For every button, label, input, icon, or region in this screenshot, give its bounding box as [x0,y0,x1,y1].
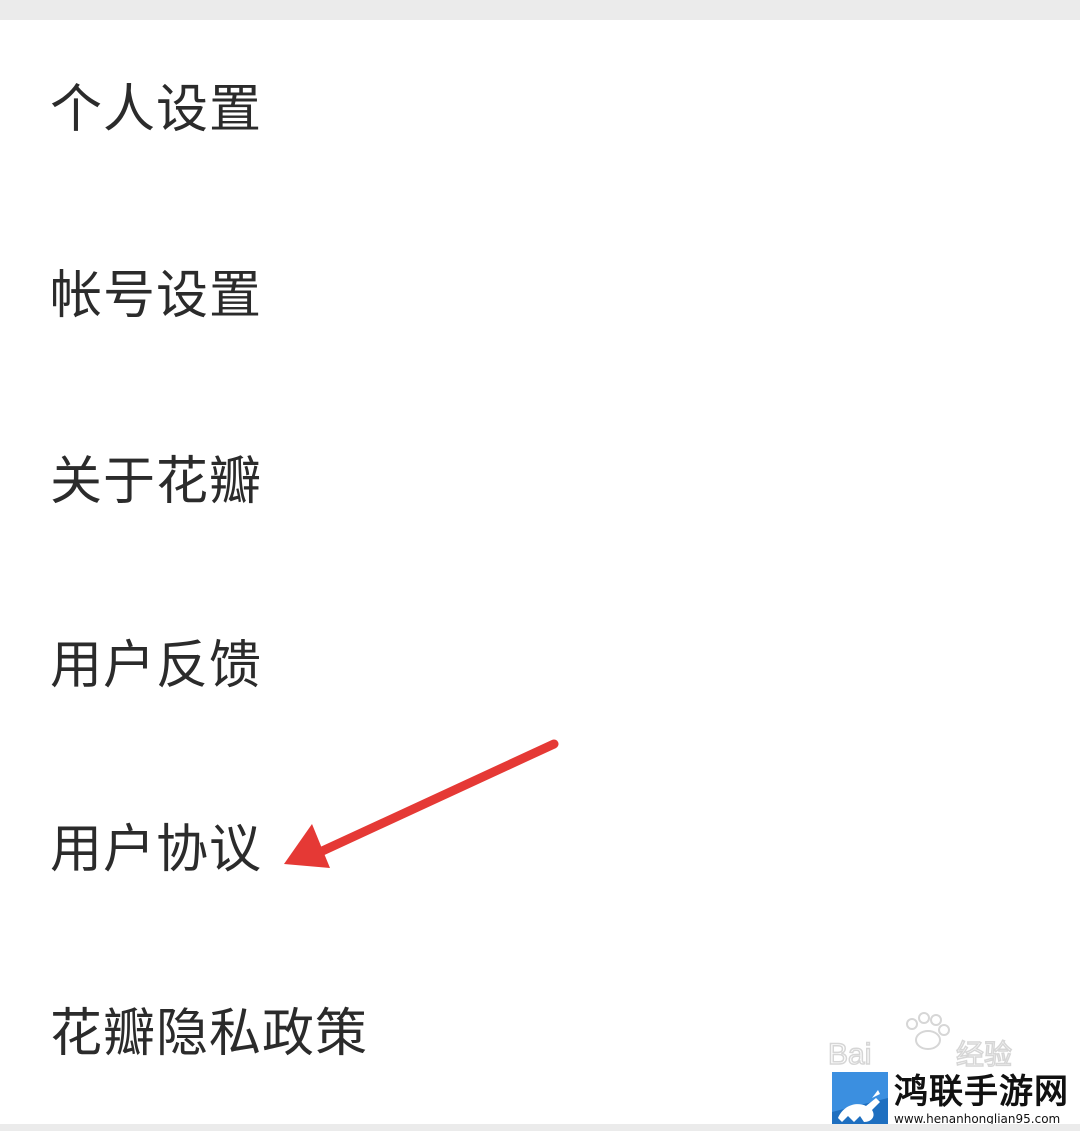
site-name: 鸿联手游网 [894,1072,1069,1112]
menu-item-about[interactable]: 关于花瓣 [0,388,1080,572]
menu-item-label: 花瓣隐私政策 [50,1004,369,1064]
menu-item-label: 关于花瓣 [50,452,263,512]
menu-item-label: 个人设置 [50,80,263,140]
menu-item-user-agreement[interactable]: 用户协议 [0,756,1080,940]
menu-item-user-feedback[interactable]: 用户反馈 [0,572,1080,756]
bull-logo-icon [832,1072,888,1126]
menu-item-label: 帐号设置 [50,266,263,326]
top-divider [0,0,1080,20]
menu-item-label: 用户反馈 [50,636,263,696]
menu-item-account-settings[interactable]: 帐号设置 [0,204,1080,388]
site-watermark: 鸿联手游网 www.henanhonglian95.com [832,1070,1072,1128]
menu-item-personal-settings[interactable]: 个人设置 [0,20,1080,204]
menu-item-label: 用户协议 [50,820,263,880]
bottom-divider [0,1124,1080,1131]
